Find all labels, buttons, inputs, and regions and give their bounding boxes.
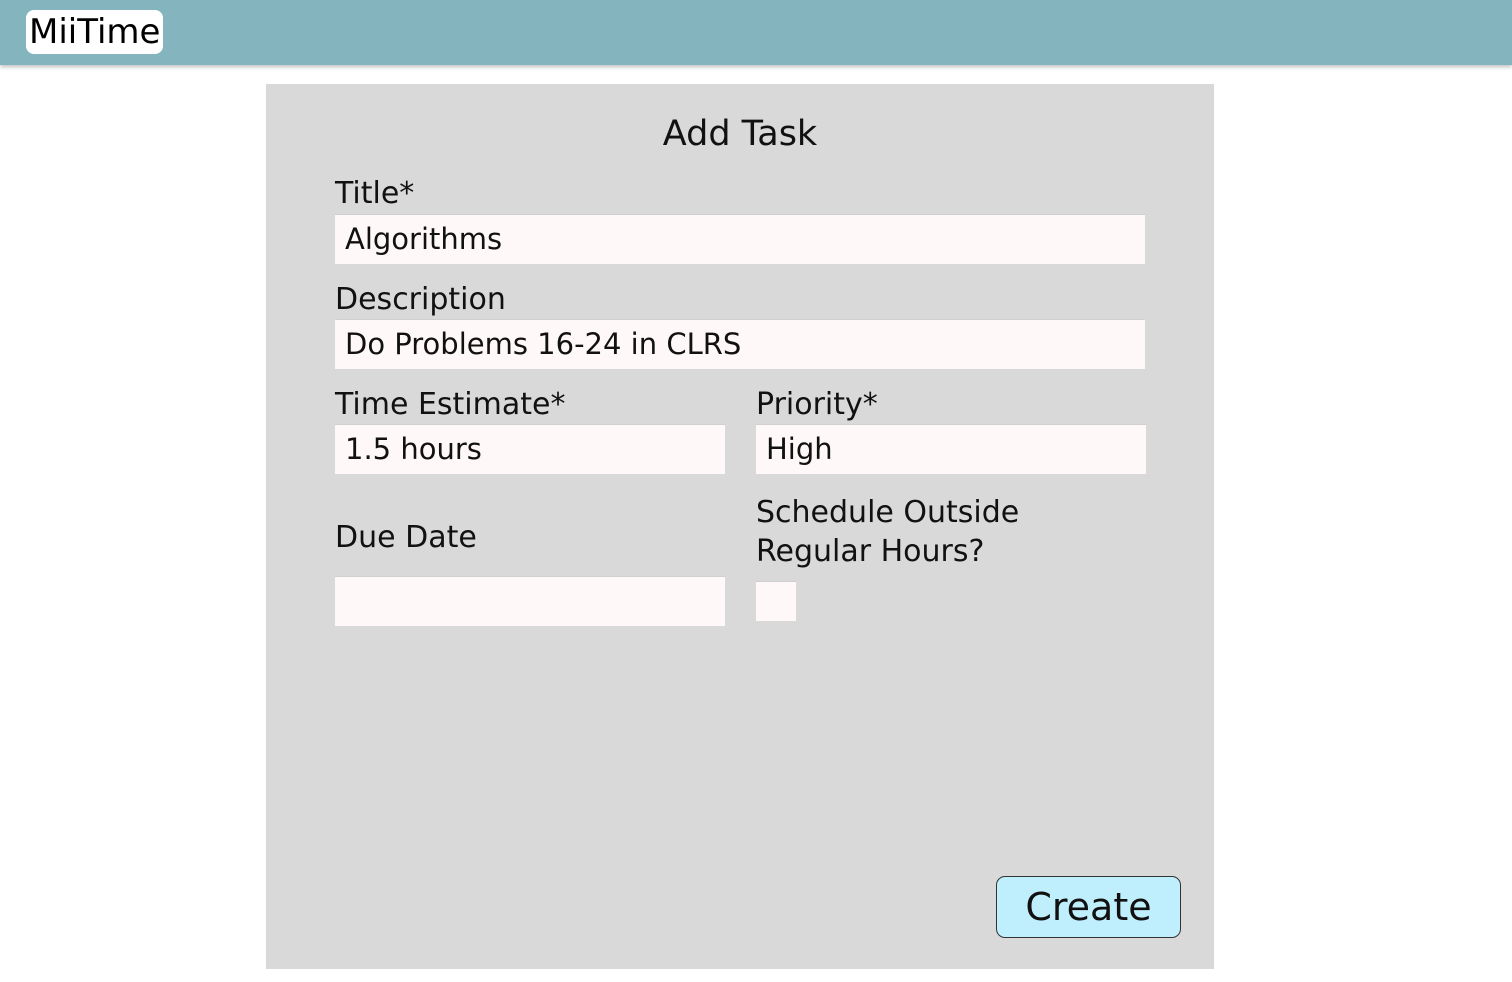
schedule-outside-checkbox[interactable] bbox=[756, 581, 796, 621]
due-date-label: Due Date bbox=[335, 520, 477, 555]
priority-label: Priority* bbox=[756, 387, 878, 422]
add-task-panel: Add Task Title* Algorithms Description D… bbox=[266, 84, 1214, 969]
time-estimate-label: Time Estimate* bbox=[335, 387, 566, 422]
create-button[interactable]: Create bbox=[996, 876, 1181, 938]
time-estimate-input[interactable]: 1.5 hours bbox=[335, 424, 725, 474]
app-brand-logo[interactable]: MiiTime bbox=[26, 10, 164, 54]
schedule-outside-label-line1: Schedule Outside bbox=[756, 495, 1020, 530]
description-label: Description bbox=[335, 282, 506, 317]
top-nav-bar: MiiTime bbox=[0, 0, 1512, 65]
panel-title: Add Task bbox=[662, 114, 818, 154]
priority-input[interactable]: High bbox=[756, 424, 1146, 474]
description-input[interactable]: Do Problems 16-24 in CLRS bbox=[335, 319, 1145, 369]
title-input[interactable]: Algorithms bbox=[335, 214, 1145, 264]
due-date-input[interactable] bbox=[335, 576, 725, 626]
title-label: Title* bbox=[335, 176, 415, 211]
schedule-outside-label-line2: Regular Hours? bbox=[756, 534, 985, 569]
